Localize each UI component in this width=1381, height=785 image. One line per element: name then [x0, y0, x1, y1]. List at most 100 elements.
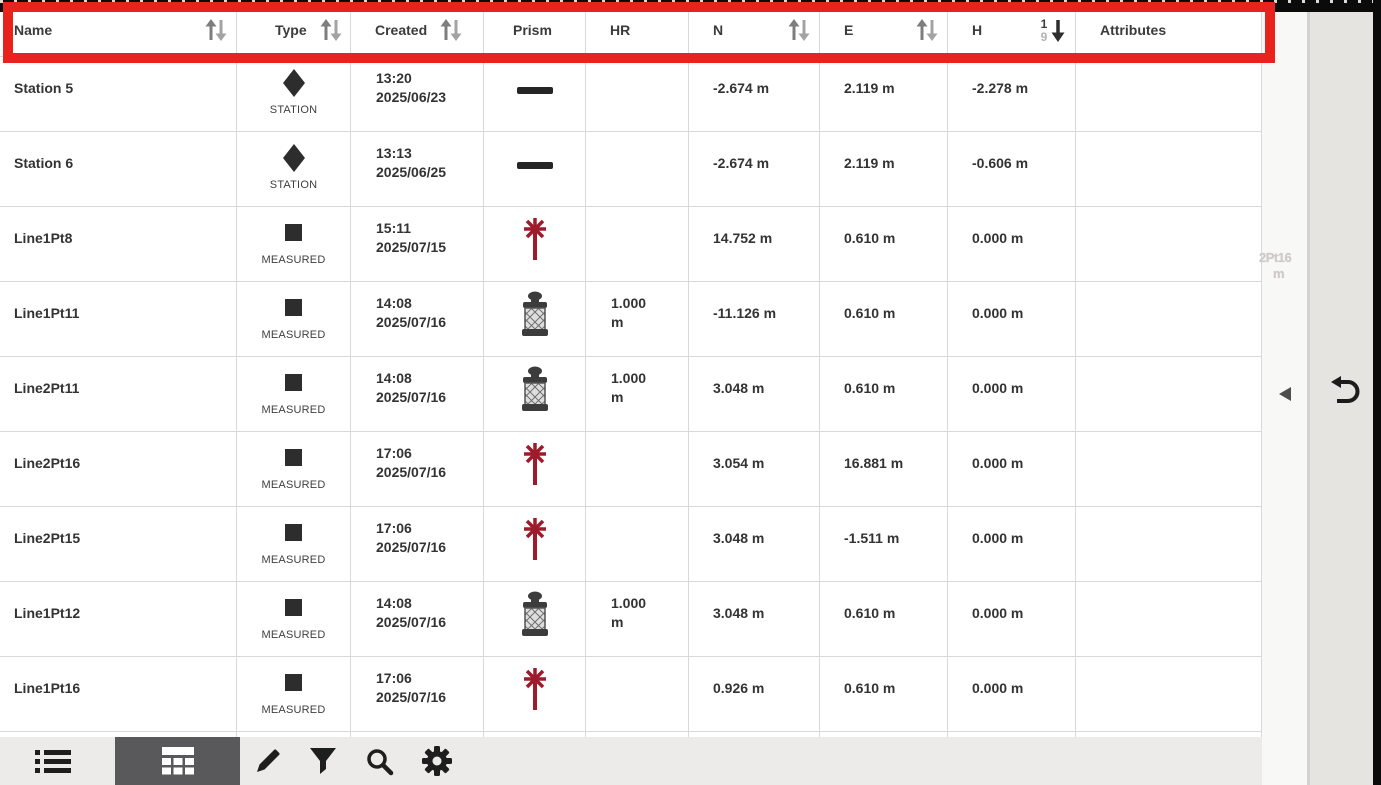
- table-row[interactable]: Line1Pt12 MEASURED 14:08 2025/07/16 1.00…: [0, 582, 1262, 657]
- point-manager-screen: Name Type Created Prism HR N E: [0, 0, 1381, 785]
- cell-n: 3.048 m: [689, 582, 820, 656]
- column-header[interactable]: Prism: [484, 12, 586, 56]
- column-header[interactable]: E: [820, 12, 948, 56]
- prism-360-icon: [517, 366, 553, 412]
- table-view-button[interactable]: [115, 737, 240, 785]
- right-side-panel: [1310, 12, 1373, 785]
- filter-button[interactable]: [295, 737, 350, 785]
- table-row[interactable]: Station 5 STATION 13:20 2025/06/23 -2.67…: [0, 57, 1262, 132]
- cell-name: Line2Pt11: [0, 357, 237, 431]
- cell-created: 17:06 2025/07/16: [351, 432, 484, 506]
- column-header[interactable]: N: [689, 12, 820, 56]
- cell-created: 17:06 2025/07/16: [351, 657, 484, 731]
- column-header[interactable]: HR: [586, 12, 689, 56]
- cell-prism: [484, 132, 586, 206]
- pencil-icon: [253, 746, 283, 776]
- cell-attributes: [1076, 357, 1262, 431]
- cell-attributes: [1076, 57, 1262, 131]
- cell-created: 13:13 2025/06/25: [351, 132, 484, 206]
- column-header[interactable]: Created: [351, 12, 484, 56]
- cell-n: 3.048 m: [689, 357, 820, 431]
- scrollbar[interactable]: [1373, 0, 1381, 785]
- cell-name: Line1Pt11: [0, 282, 237, 356]
- cell-type: STATION: [237, 132, 351, 206]
- undo-button[interactable]: [1328, 375, 1364, 408]
- cell-hr: 1.000 m: [586, 357, 689, 431]
- list-view-button[interactable]: [15, 737, 90, 785]
- cell-hr: [586, 207, 689, 281]
- table-row[interactable]: Line2Pt15 MEASURED 17:06 2025/07/16 3.04…: [0, 507, 1262, 582]
- column-header[interactable]: Attributes: [1076, 12, 1262, 56]
- column-header[interactable]: Name: [0, 12, 237, 56]
- sort-updown-icon: [204, 18, 228, 42]
- cell-e: 0.610 m: [820, 207, 948, 281]
- cell-created: 14:08 2025/07/16: [351, 582, 484, 656]
- search-button[interactable]: [350, 737, 408, 785]
- cell-hr: [586, 132, 689, 206]
- cell-attributes: [1076, 507, 1262, 581]
- side-overlay-strip: 2Pt16 m: [1262, 12, 1307, 785]
- cell-e: 16.881 m: [820, 432, 948, 506]
- reflectorless-target-icon: [520, 517, 550, 561]
- cell-h: -2.278 m: [948, 57, 1076, 131]
- edit-button[interactable]: [240, 737, 295, 785]
- table-row[interactable]: Line1Pt8 MEASURED 15:11 2025/07/15 14.75…: [0, 207, 1262, 282]
- settings-button[interactable]: [408, 737, 466, 785]
- table-row[interactable]: Line2Pt11 MEASURED 14:08 2025/07/16 1.00…: [0, 357, 1262, 432]
- cell-n: -2.674 m: [689, 57, 820, 131]
- station-diamond-icon: [283, 69, 305, 97]
- cell-e: -1.511 m: [820, 507, 948, 581]
- cell-n: -11.126 m: [689, 282, 820, 356]
- cell-created: 14:08 2025/07/16: [351, 357, 484, 431]
- cell-h: 0.000 m: [948, 657, 1076, 731]
- cell-e: 2.119 m: [820, 57, 948, 131]
- reflectorless-target-icon: [520, 442, 550, 486]
- measured-square-icon: [285, 449, 302, 466]
- ghost-point-label: 2Pt16 m: [1259, 250, 1311, 282]
- table-row[interactable]: Line1Pt16 MEASURED 17:06 2025/07/16 0.92…: [0, 657, 1262, 732]
- table-body: Station 5 STATION 13:20 2025/06/23 -2.67…: [0, 57, 1262, 737]
- table-row[interactable]: Line2Pt16 MEASURED 17:06 2025/07/16 3.05…: [0, 432, 1262, 507]
- reflectorless-target-icon: [520, 217, 550, 261]
- measured-square-icon: [285, 599, 302, 616]
- cell-attributes: [1076, 657, 1262, 731]
- cell-e: 2.119 m: [820, 132, 948, 206]
- cell-prism: [484, 432, 586, 506]
- measured-square-icon: [285, 224, 302, 241]
- cell-created: 14:08 2025/07/16: [351, 282, 484, 356]
- cell-created: 15:11 2025/07/15: [351, 207, 484, 281]
- cell-type: MEASURED: [237, 357, 351, 431]
- cell-n: 3.054 m: [689, 432, 820, 506]
- column-header[interactable]: H 1 9: [948, 12, 1076, 56]
- table-row[interactable]: Station 6 STATION 13:13 2025/06/25 -2.67…: [0, 132, 1262, 207]
- cell-e: 0.610 m: [820, 582, 948, 656]
- cell-h: 0.000 m: [948, 282, 1076, 356]
- cell-created: 13:20 2025/06/23: [351, 57, 484, 131]
- cell-attributes: [1076, 132, 1262, 206]
- cell-attributes: [1076, 432, 1262, 506]
- cell-h: 0.000 m: [948, 207, 1076, 281]
- funnel-icon: [309, 747, 337, 775]
- cell-hr: [586, 507, 689, 581]
- cell-prism: [484, 507, 586, 581]
- cell-hr: 1.000 m: [586, 282, 689, 356]
- cell-type: MEASURED: [237, 282, 351, 356]
- cell-attributes: [1076, 282, 1262, 356]
- bottom-toolbar: [0, 737, 1262, 785]
- collapse-panel-button[interactable]: [1277, 385, 1293, 406]
- column-header[interactable]: Type: [237, 12, 351, 56]
- measured-square-icon: [285, 674, 302, 691]
- table-header-row: Name Type Created Prism HR N E: [0, 12, 1262, 57]
- measured-square-icon: [285, 374, 302, 391]
- cell-n: -2.674 m: [689, 132, 820, 206]
- measured-square-icon: [285, 524, 302, 541]
- cell-prism: [484, 657, 586, 731]
- cell-n: 3.048 m: [689, 507, 820, 581]
- no-prism-icon: [517, 87, 553, 95]
- cell-prism: [484, 57, 586, 131]
- undo-arrow-icon: [1328, 375, 1364, 405]
- svg-text:1: 1: [1041, 17, 1048, 31]
- no-prism-icon: [517, 162, 553, 170]
- points-table: Name Type Created Prism HR N E: [0, 12, 1262, 737]
- table-row[interactable]: Line1Pt11 MEASURED 14:08 2025/07/16 1.00…: [0, 282, 1262, 357]
